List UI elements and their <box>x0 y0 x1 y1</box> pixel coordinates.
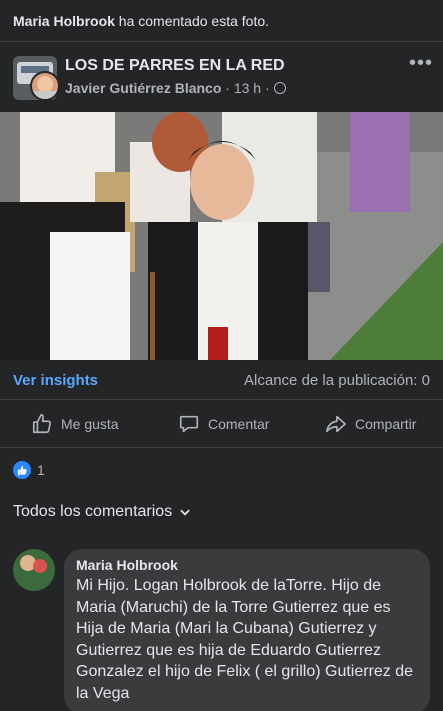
activity-user[interactable]: Maria Holbrook <box>13 13 115 29</box>
globe-icon <box>273 82 286 94</box>
post-meta: Javier Gutiérrez Blanco · 13 h · <box>65 80 286 96</box>
post-author[interactable]: Javier Gutiérrez Blanco <box>65 80 221 96</box>
comment-icon <box>179 415 199 433</box>
group-name[interactable]: LOS DE PARRES EN LA RED <box>65 57 285 75</box>
comment-bubble: Maria Holbrook Mi Hijo. Logan Holbrook d… <box>64 549 430 711</box>
share-icon <box>326 415 346 433</box>
divider <box>0 447 443 448</box>
comment-button[interactable]: Comentar <box>178 413 269 435</box>
reaction-count: 1 <box>37 462 45 478</box>
share-label: Compartir <box>355 416 417 432</box>
post-time[interactable]: · 13 h · <box>221 80 273 96</box>
post-reach: Alcance de la publicación: 0 <box>244 372 430 389</box>
commenter-avatar[interactable] <box>13 549 55 591</box>
like-button[interactable]: Me gusta <box>31 413 119 435</box>
ellipsis-icon[interactable]: ••• <box>409 52 433 75</box>
author-avatar[interactable] <box>30 71 60 101</box>
comment-label: Comentar <box>208 416 270 432</box>
like-reaction-icon <box>13 461 31 479</box>
reaction-summary[interactable]: 1 <box>13 461 45 479</box>
divider <box>0 41 443 42</box>
comment-text: Mi Hijo. Logan Holbrook de laTorre. Hijo… <box>76 577 414 702</box>
thumbs-up-icon <box>32 414 52 434</box>
divider <box>0 399 443 400</box>
like-label: Me gusta <box>61 416 119 432</box>
share-button[interactable]: Compartir <box>325 413 416 435</box>
post-header: LOS DE PARRES EN LA RED Javier Gutiérrez… <box>13 52 433 102</box>
comments-filter[interactable]: Todos los comentarios <box>13 503 192 521</box>
post-photo[interactable] <box>0 112 443 360</box>
view-insights-link[interactable]: Ver insights <box>13 372 98 389</box>
insights-row: Ver insights Alcance de la publicación: … <box>13 372 430 392</box>
comment-author[interactable]: Maria Holbrook <box>76 557 418 573</box>
post-actions: Me gusta Comentar Compartir <box>0 405 443 443</box>
activity-text: ha comentado esta foto. <box>114 13 270 29</box>
activity-line: Maria Holbrook ha comentado esta foto. <box>13 13 269 29</box>
chevron-down-icon <box>180 509 190 516</box>
comments-filter-label: Todos los comentarios <box>13 503 173 520</box>
